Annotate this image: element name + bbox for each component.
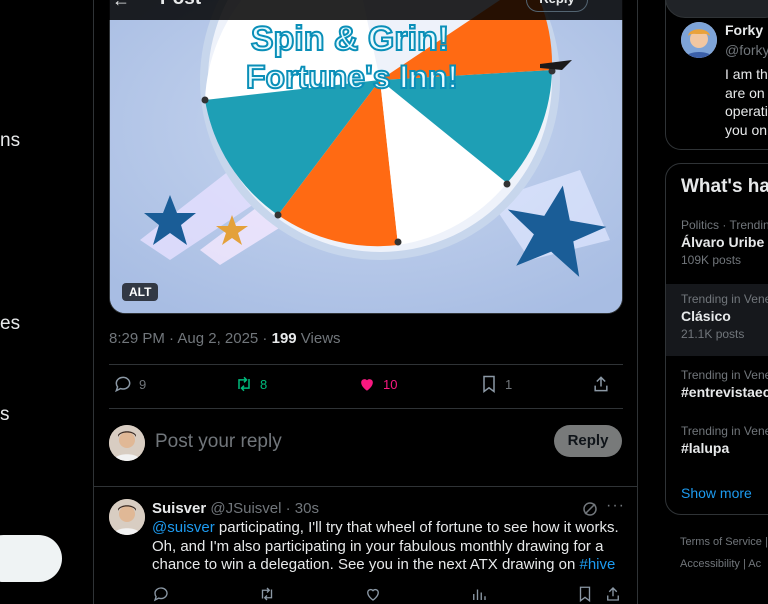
share-icon (594, 376, 608, 392)
user-handle[interactable]: @forky (725, 42, 768, 58)
divider (109, 408, 623, 409)
author-handle-time[interactable]: @JSuisvel · 30s (210, 500, 319, 517)
repost-count: 8 (260, 376, 268, 392)
more-icon[interactable]: ··· (606, 497, 625, 515)
alt-badge[interactable]: ALT (122, 283, 159, 301)
wheel-of-fortune-image: Spin & Grin! Fortune's Inn! (110, 0, 622, 313)
trend-item[interactable]: Trending in Vene Clásico 21.1K posts (666, 284, 768, 356)
back-arrow-icon[interactable]: ← (112, 0, 130, 11)
share-action[interactable] (591, 374, 617, 394)
footer-links[interactable]: Accessibility | Ac (680, 558, 761, 570)
left-nav: ns es s (0, 0, 93, 604)
reply-icon[interactable] (152, 585, 170, 604)
views-label: Views (296, 330, 341, 347)
reply-action[interactable]: 9 (113, 374, 146, 394)
trends-title: What's ha (681, 176, 768, 197)
options-icon[interactable] (598, 0, 614, 4)
post-button[interactable] (0, 535, 62, 582)
avatar (109, 425, 145, 461)
reply-body: participating, I'll try that wheel of fo… (152, 519, 619, 573)
nav-item-fragment[interactable]: es (0, 313, 20, 335)
hashtag-link[interactable]: #hive (580, 556, 616, 573)
user-bio: I am th are on operati you on (725, 65, 768, 139)
bookmark-icon (483, 375, 495, 393)
user-name[interactable]: Forky | (725, 22, 768, 38)
reply-count: 9 (139, 376, 147, 392)
image-title-line2: Fortune's Inn! (246, 59, 458, 95)
trend-context: Trending in Vene (681, 424, 768, 438)
heart-icon[interactable] (364, 585, 382, 604)
trend-context: Trending in Vene (681, 292, 768, 306)
bio-line: operati (725, 103, 768, 119)
top-bar: ← Post Reply (94, 0, 637, 20)
repost-icon (238, 376, 250, 392)
trend-item[interactable]: Trending in Vene #lalupa (666, 424, 768, 456)
nav-item-fragment[interactable]: s (0, 404, 10, 426)
bio-line: are on (725, 84, 765, 101)
post-actions: 9 8 10 1 (109, 374, 623, 402)
like-action[interactable]: 10 (357, 374, 397, 394)
main-column: Spin & Grin! Fortune's Inn! ALT ← Post R… (93, 0, 638, 604)
user-card[interactable]: Forky | @forky I am th are on operati yo… (665, 0, 768, 150)
avatar-icon (109, 425, 145, 461)
grok-icon[interactable] (582, 501, 598, 517)
repost-action[interactable]: 8 (234, 374, 267, 394)
trend-item[interactable]: Politics · Trendin Álvaro Uribe 109K pos… (666, 218, 768, 267)
reply-pill-button[interactable]: Reply (526, 0, 588, 12)
bookmark-action[interactable]: 1 (479, 374, 512, 394)
post-meta: 8:29 PM · Aug 2, 2025 · 199 Views (109, 330, 341, 347)
bookmark-icon[interactable] (576, 585, 594, 604)
post-image[interactable]: Spin & Grin! Fortune's Inn! ALT (109, 0, 623, 314)
right-sidebar: Forky | @forky I am th are on operati yo… (665, 0, 768, 604)
reply-actions (152, 585, 622, 604)
reply-button[interactable]: Reply (554, 425, 622, 457)
trend-context: Politics · Trendin (681, 218, 768, 232)
reply-post[interactable]: Suisver @JSuisvel · 30s ··· @suisver par… (94, 486, 637, 604)
show-more-link[interactable]: Show more (681, 485, 752, 501)
reply-composer: Post your reply Reply (109, 424, 623, 464)
mention-link[interactable]: @suisver (152, 519, 215, 536)
post-timestamp[interactable]: 8:29 PM · Aug 2, 2025 · (109, 330, 272, 347)
reply-input[interactable]: Post your reply (155, 431, 282, 453)
page-title: Post (160, 0, 201, 10)
trend-count: 21.1K posts (681, 327, 745, 341)
heart-icon (361, 379, 373, 391)
reply-icon (115, 376, 131, 393)
trend-title: #entrevistaec (681, 384, 768, 400)
share-icon[interactable] (604, 585, 622, 604)
trend-title: Clásico (681, 308, 731, 324)
like-count: 10 (383, 376, 398, 392)
bookmark-count: 1 (505, 376, 513, 392)
avatar-icon (109, 499, 145, 535)
views-icon[interactable] (470, 585, 488, 604)
trend-title: Álvaro Uribe (681, 234, 765, 250)
bio-line: you on (725, 121, 768, 138)
trend-count: 109K posts (681, 253, 742, 267)
avatar[interactable] (681, 22, 717, 58)
nav-item-fragment[interactable]: ns (0, 130, 20, 152)
reply-header: Suisver @JSuisvel · 30s (152, 500, 319, 517)
trend-item[interactable]: Trending in Vene #entrevistaec (666, 368, 768, 400)
avatar-icon (681, 22, 717, 58)
trends-card: What's ha Politics · Trendin Álvaro Urib… (665, 163, 768, 515)
author-name[interactable]: Suisver (152, 500, 206, 517)
trend-title: #lalupa (681, 440, 730, 456)
views-count: 199 (271, 330, 297, 347)
trend-context: Trending in Vene (681, 368, 768, 382)
repost-icon[interactable] (258, 585, 276, 604)
footer-links[interactable]: Terms of Service | (680, 536, 768, 548)
divider (109, 364, 623, 365)
avatar[interactable] (109, 499, 145, 535)
reply-text: @suisver participating, I'll try that wh… (152, 519, 622, 575)
bio-line: I am th (725, 66, 768, 82)
image-title-line1: Spin & Grin! (251, 20, 449, 58)
